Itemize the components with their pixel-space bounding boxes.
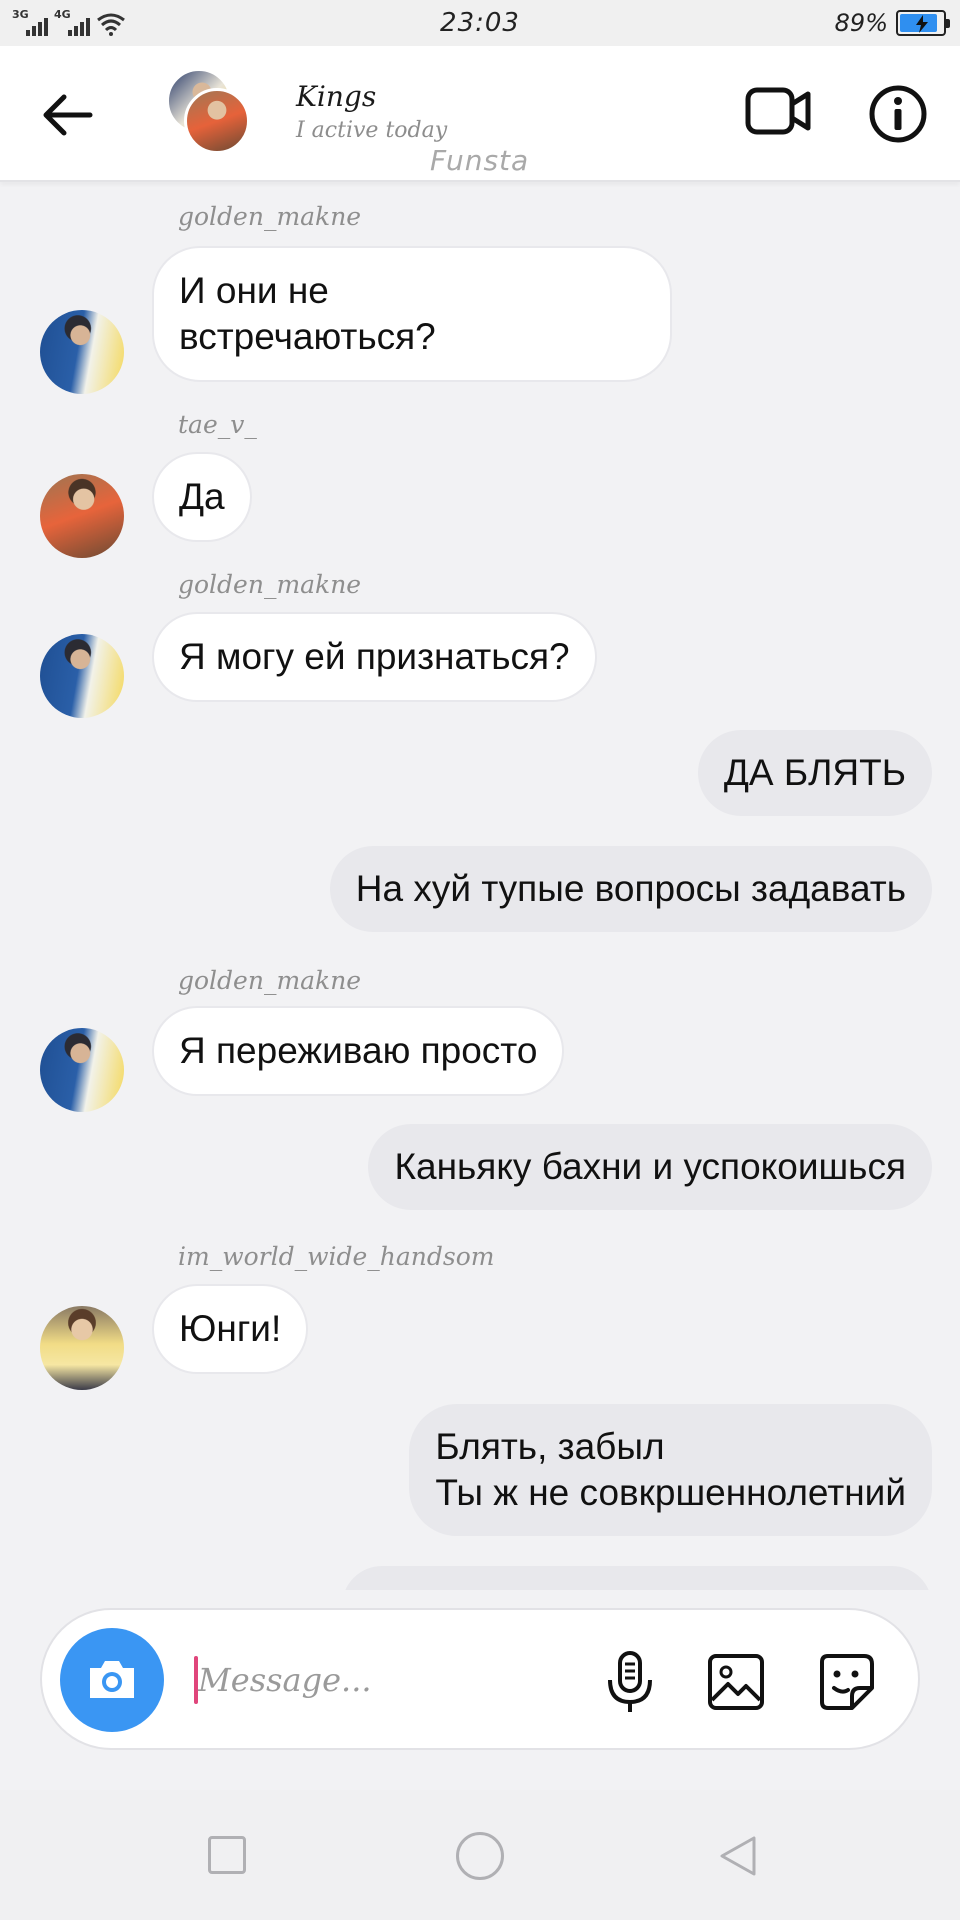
incoming-message-bubble[interactable]: Да — [152, 452, 252, 542]
microphone-icon[interactable] — [602, 1650, 658, 1716]
outgoing-message-bubble[interactable] — [342, 1566, 932, 1590]
active-status: I active today — [296, 118, 448, 143]
sender-name: golden_makne — [178, 966, 362, 995]
nav-back-icon[interactable] — [714, 1832, 762, 1880]
watermark: Funsta — [430, 144, 530, 177]
charging-icon — [916, 15, 928, 33]
battery-icon — [896, 10, 950, 36]
incoming-message-bubble[interactable]: Юнги! — [152, 1284, 309, 1374]
avatar[interactable] — [40, 310, 124, 394]
back-arrow-icon[interactable] — [38, 90, 98, 140]
sender-name: im_world_wide_handsom — [178, 1242, 495, 1271]
status-bar: 3G 4G 23:03 89% — [0, 0, 960, 46]
outgoing-message-bubble[interactable]: Блять, забыл Ты ж не совкршеннолетний — [409, 1404, 932, 1536]
avatar — [184, 88, 250, 154]
incoming-message-bubble[interactable]: Я переживаю просто — [152, 1006, 565, 1096]
battery-fill — [900, 14, 938, 33]
outgoing-message-bubble[interactable]: ДА БЛЯТЬ — [697, 730, 932, 816]
message-composer — [40, 1608, 920, 1750]
system-nav-bar — [0, 1790, 960, 1920]
message-list[interactable]: golden_makne И они не встречаються? tae_… — [0, 184, 960, 1590]
outgoing-message-bubble[interactable]: На хуй тупые вопросы задавать — [329, 846, 932, 932]
sender-name: tae_v_ — [178, 410, 257, 439]
sender-name: golden_makne — [178, 202, 362, 231]
avatar[interactable] — [40, 474, 124, 558]
outgoing-message-bubble[interactable]: Каньяку бахни и успокоишься — [368, 1124, 932, 1210]
avatar[interactable] — [40, 1306, 124, 1390]
camera-button[interactable] — [60, 1628, 164, 1732]
chat-title[interactable]: Kings — [296, 80, 376, 113]
battery-percent: 89% — [834, 9, 888, 37]
gallery-icon[interactable] — [706, 1652, 766, 1712]
clock: 23:03 — [440, 8, 520, 38]
avatar[interactable] — [40, 634, 124, 718]
chat-header: Kings I active today Funsta — [0, 46, 960, 182]
home-icon[interactable] — [456, 1832, 504, 1880]
incoming-message-bubble[interactable]: Я могу ей признаться? — [152, 612, 597, 702]
sender-name: golden_makne — [178, 570, 362, 599]
sticker-icon[interactable] — [816, 1652, 876, 1712]
message-input[interactable] — [198, 1648, 598, 1712]
avatar[interactable] — [40, 1028, 124, 1112]
recent-apps-icon[interactable] — [208, 1836, 246, 1874]
incoming-message-bubble[interactable]: И они не встречаються? — [152, 246, 672, 382]
status-right: 89% — [834, 9, 950, 37]
info-icon[interactable] — [868, 84, 928, 144]
camera-icon — [90, 1661, 134, 1698]
video-call-icon[interactable] — [744, 82, 812, 142]
group-avatar[interactable] — [166, 68, 258, 158]
